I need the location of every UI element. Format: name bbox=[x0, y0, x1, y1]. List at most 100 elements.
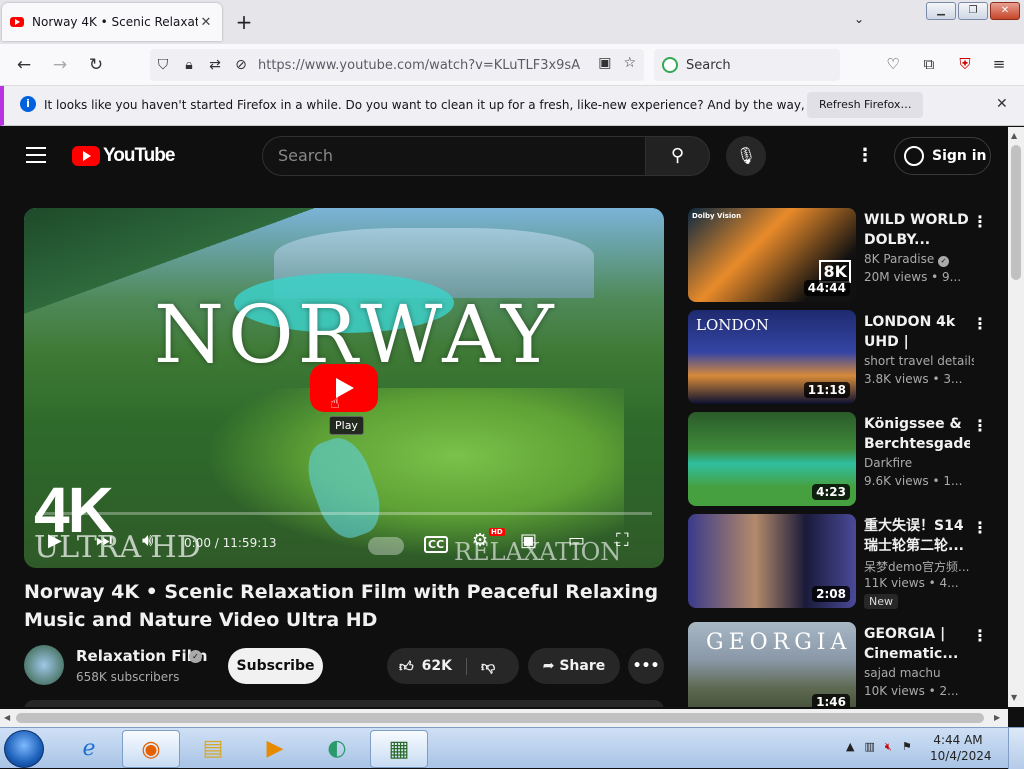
google-icon bbox=[662, 57, 678, 73]
file-explorer-icon[interactable]: ▤ bbox=[184, 730, 242, 768]
dislike-button[interactable]: 👎︎ bbox=[467, 658, 495, 675]
recommendation-item[interactable]: 4:23 Königssee & Berchtesgade... Darkfir… bbox=[688, 412, 988, 506]
web-search-input[interactable]: Search bbox=[654, 49, 840, 81]
settings-kebab-icon[interactable]: ⋮ bbox=[856, 145, 874, 166]
firefox-icon[interactable]: ◉ bbox=[122, 730, 180, 768]
scroll-up-icon[interactable]: ▲ bbox=[1011, 131, 1017, 140]
new-tab-button[interactable]: + bbox=[232, 10, 256, 34]
tab-close-icon[interactable]: ✕ bbox=[198, 15, 214, 30]
scroll-right-icon[interactable]: ▶ bbox=[994, 713, 1000, 722]
bookmark-star-icon[interactable]: ☆ bbox=[623, 55, 636, 71]
recommendation-menu-icon[interactable]: ⋮ bbox=[972, 314, 988, 333]
vertical-scrollbar[interactable]: ▲ ▼ bbox=[1008, 127, 1024, 707]
youtube-search-input[interactable]: Search bbox=[262, 136, 646, 176]
start-button[interactable] bbox=[4, 730, 44, 768]
sign-in-label: Sign in bbox=[932, 148, 987, 164]
volume-icon[interactable]: 🔊︎ bbox=[142, 530, 153, 551]
scroll-left-icon[interactable]: ◀ bbox=[4, 713, 10, 722]
system-clock[interactable]: 4:44 AM 10/4/2024 bbox=[930, 732, 992, 764]
refresh-firefox-button[interactable]: Refresh Firefox… bbox=[807, 92, 924, 118]
video-player[interactable]: NORWAY 4K ULTRA HD RELAXATION FILM ☝ Pla… bbox=[24, 208, 664, 568]
recommendation-menu-icon[interactable]: ⋮ bbox=[972, 212, 988, 231]
horizontal-scrollbar[interactable]: ◀ ▶ bbox=[0, 709, 1008, 727]
theater-mode-icon[interactable]: ▭ bbox=[568, 530, 585, 551]
tab-strip: Norway 4K • Scenic Relaxation F ✕ + ⌄ ▁ … bbox=[0, 0, 1024, 44]
shield-icon[interactable]: ⛉ bbox=[150, 57, 176, 73]
recommendation-meta: 3.8K views • 3... bbox=[864, 372, 963, 386]
minimize-button[interactable]: ▁ bbox=[926, 2, 956, 20]
action-center-flag-icon[interactable]: ⚑ bbox=[902, 740, 912, 754]
recommendation-title[interactable]: 重大失误！S14 瑞士轮第二轮... bbox=[864, 516, 970, 556]
volume-muted-icon[interactable]: 🔇︎ bbox=[885, 740, 892, 754]
autoplay-blocked-icon[interactable]: ⊘ bbox=[228, 57, 254, 73]
maximize-button[interactable]: ❐ bbox=[958, 2, 988, 20]
extensions-icon[interactable]: ⧉ bbox=[918, 53, 940, 75]
internet-explorer-icon[interactable]: ℯ bbox=[60, 730, 118, 768]
recommendation-item[interactable]: 2:08 重大失误！S14 瑞士轮第二轮... 呆梦demo官方频... 11K… bbox=[688, 514, 988, 609]
hamburger-menu-icon[interactable] bbox=[26, 147, 46, 168]
progress-bar[interactable] bbox=[36, 512, 652, 515]
menu-icon[interactable]: ≡ bbox=[988, 53, 1010, 75]
large-play-button[interactable] bbox=[310, 364, 378, 412]
recommendation-menu-icon[interactable]: ⋮ bbox=[972, 518, 988, 537]
url-text[interactable]: https://www.youtube.com/watch?v=KLuTLF3x… bbox=[258, 58, 580, 73]
video-thumbnail[interactable]: LONDON 11:18 bbox=[688, 310, 856, 404]
more-actions-button[interactable]: ••• bbox=[628, 648, 664, 684]
ublock-icon[interactable]: ⛨ bbox=[954, 53, 976, 75]
channel-avatar[interactable] bbox=[24, 645, 64, 685]
recommendation-item[interactable]: Dolby Vision 8K 44:44 WILD WORLD DOLBY..… bbox=[688, 208, 988, 302]
permissions-icon[interactable]: ⇄ bbox=[202, 57, 228, 73]
video-thumbnail[interactable]: 2:08 bbox=[688, 514, 856, 608]
show-hidden-icons-icon[interactable]: ▲ bbox=[846, 740, 854, 754]
horizontal-scroll-thumb[interactable] bbox=[16, 713, 984, 723]
sign-in-button[interactable]: Sign in bbox=[894, 137, 991, 175]
microphone-icon[interactable]: 🎙︎ bbox=[726, 136, 766, 176]
close-window-button[interactable]: ✕ bbox=[990, 2, 1020, 20]
subscribe-button[interactable]: Subscribe bbox=[228, 648, 323, 684]
recommendation-item[interactable]: LONDON 11:18 LONDON 4k UHD | Relaxin... … bbox=[688, 310, 988, 404]
vertical-scroll-thumb[interactable] bbox=[1011, 145, 1021, 280]
app-icon[interactable]: ◐ bbox=[308, 730, 366, 768]
scroll-down-icon[interactable]: ▼ bbox=[1011, 693, 1017, 702]
pocket-icon[interactable]: ♡ bbox=[882, 53, 904, 75]
recommendation-menu-icon[interactable]: ⋮ bbox=[972, 416, 988, 435]
miniplayer-icon[interactable]: ▣ bbox=[520, 530, 537, 551]
subtitles-icon[interactable]: CC bbox=[424, 536, 449, 553]
tab-title: Norway 4K • Scenic Relaxation F bbox=[32, 15, 198, 29]
back-icon[interactable]: ← bbox=[12, 53, 36, 77]
task-manager-icon[interactable]: ▦ bbox=[370, 730, 428, 768]
recommendation-menu-icon[interactable]: ⋮ bbox=[972, 626, 988, 645]
video-thumbnail[interactable]: GEORGIA 1:46 bbox=[688, 622, 856, 707]
lock-icon[interactable]: 🔒︎ bbox=[176, 57, 202, 73]
forward-icon[interactable]: → bbox=[48, 53, 72, 77]
share-button[interactable]: ➦ Share bbox=[528, 648, 620, 684]
like-button[interactable]: 👍︎ 62K bbox=[387, 657, 467, 675]
next-icon[interactable]: ⏭ bbox=[96, 530, 112, 551]
recommendation-item[interactable]: GEORGIA 1:46 GEORGIA | Cinematic... saja… bbox=[688, 622, 988, 707]
tab-youtube[interactable]: Norway 4K • Scenic Relaxation F ✕ bbox=[2, 3, 222, 41]
recommendation-title[interactable]: GEORGIA | Cinematic... bbox=[864, 624, 970, 664]
reload-icon[interactable]: ↻ bbox=[84, 53, 108, 77]
video-thumbnail[interactable]: Dolby Vision 8K 44:44 bbox=[688, 208, 856, 302]
description-box[interactable] bbox=[24, 700, 664, 707]
info-icon: i bbox=[20, 96, 36, 112]
reader-view-icon[interactable]: ▣ bbox=[598, 55, 611, 71]
url-bar[interactable]: ⛉ 🔒︎ ⇄ ⊘ https://www.youtube.com/watch?v… bbox=[150, 49, 644, 81]
recommendation-title[interactable]: WILD WORLD DOLBY... bbox=[864, 210, 970, 250]
list-tabs-icon[interactable]: ⌄ bbox=[854, 12, 864, 26]
media-player-icon[interactable]: ▶ bbox=[246, 730, 304, 768]
autoplay-toggle[interactable] bbox=[368, 537, 404, 555]
show-desktop-button[interactable] bbox=[1008, 728, 1024, 769]
channel-name[interactable]: Relaxation Film bbox=[76, 647, 207, 665]
recommendation-title[interactable]: LONDON 4k UHD | Relaxin... bbox=[864, 312, 970, 352]
fullscreen-icon[interactable]: ⛶ bbox=[616, 530, 629, 551]
notification-close-icon[interactable]: ✕ bbox=[996, 96, 1008, 112]
settings-gear-icon[interactable]: ⚙ bbox=[472, 530, 488, 551]
play-icon[interactable]: ▶ bbox=[48, 530, 62, 551]
video-thumbnail[interactable]: 4:23 bbox=[688, 412, 856, 506]
recommendation-title[interactable]: Königssee & Berchtesgade... bbox=[864, 414, 970, 454]
youtube-logo[interactable]: YouTube bbox=[72, 145, 175, 167]
search-icon[interactable]: ⚲ bbox=[645, 136, 710, 176]
youtube-favicon-icon bbox=[10, 17, 24, 27]
network-icon[interactable]: ▥ bbox=[864, 740, 874, 754]
